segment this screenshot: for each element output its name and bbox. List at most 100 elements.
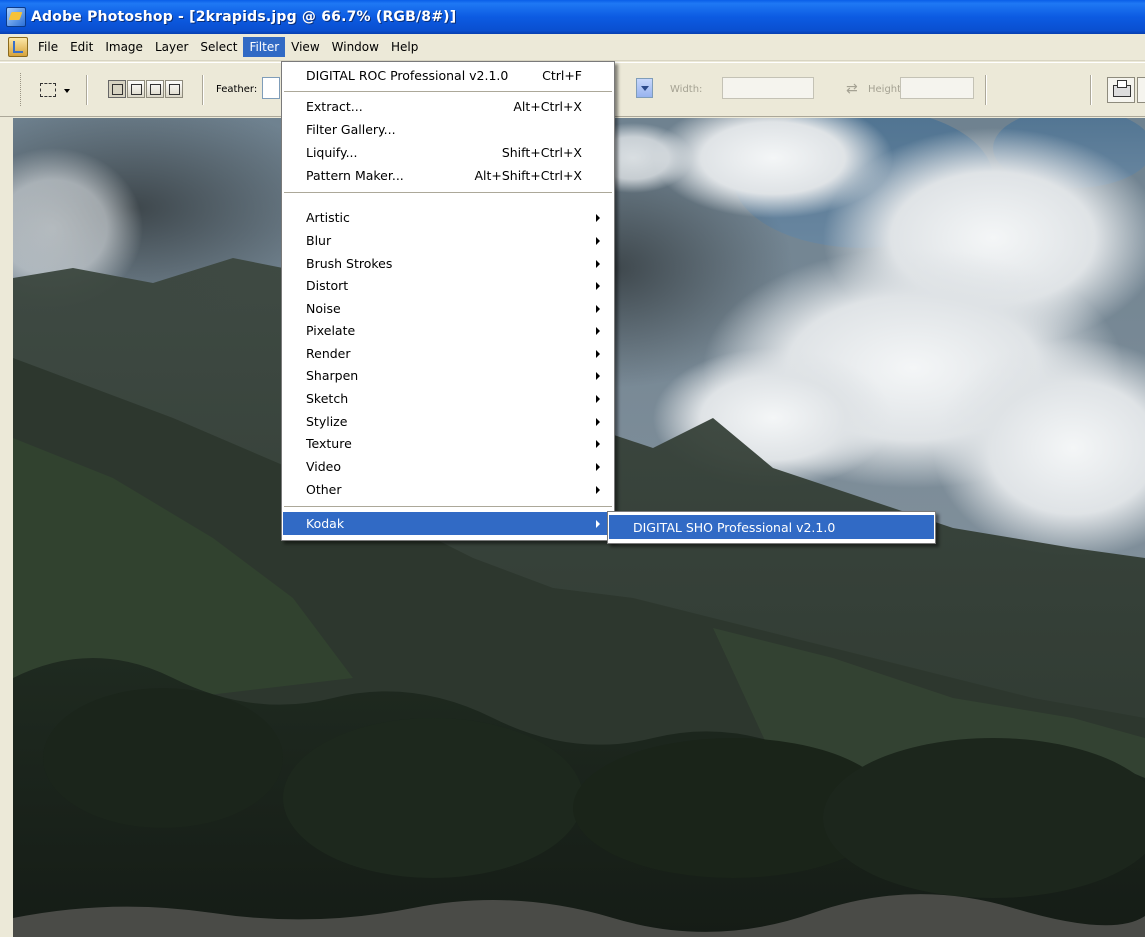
rect-marquee-icon[interactable]: [38, 80, 60, 100]
submenu-arrow-icon: [596, 486, 600, 494]
toolbar-separator: [1090, 75, 1092, 105]
feather-label: Feather:: [216, 84, 258, 95]
menu-bar: File Edit Image Layer Select Filter View…: [0, 34, 1145, 61]
menu-filter[interactable]: Filter: [243, 37, 286, 57]
menu-shortcut: Ctrl+F: [542, 68, 582, 83]
menu-item-label: Blur: [306, 233, 332, 248]
menu-item-texture[interactable]: Texture: [283, 432, 613, 455]
intersect-selection-button[interactable]: [165, 80, 183, 98]
toolbar-grip[interactable]: [20, 73, 24, 106]
menu-item-pixelate[interactable]: Pixelate: [283, 319, 613, 342]
menu-item-label: Pixelate: [306, 323, 356, 338]
menu-item-render[interactable]: Render: [283, 342, 613, 365]
photoshop-app-icon[interactable]: [6, 7, 26, 27]
menu-item-label: Artistic: [306, 210, 350, 225]
menu-item-label: Texture: [306, 436, 352, 451]
tool-preset-dropdown[interactable]: [64, 89, 70, 93]
height-label: Height:: [868, 84, 905, 95]
width-input[interactable]: [722, 77, 814, 99]
menu-item-pattern-maker[interactable]: Pattern Maker... Alt+Shift+Ctrl+X: [283, 164, 613, 187]
kodak-submenu: DIGITAL SHO Professional v2.1.0: [607, 511, 936, 544]
feather-input[interactable]: [262, 77, 280, 99]
menu-item-brush-strokes[interactable]: Brush Strokes: [283, 252, 613, 275]
menu-item-label: Kodak: [306, 516, 345, 531]
submenu-arrow-icon: [596, 463, 600, 471]
menu-item-label: Noise: [306, 301, 341, 316]
toolbar-separator: [86, 75, 88, 105]
add-to-selection-button[interactable]: [127, 80, 145, 98]
document-menu-icon[interactable]: [8, 37, 28, 57]
submenu-arrow-icon: [596, 327, 600, 335]
menu-item-liquify[interactable]: Liquify... Shift+Ctrl+X: [283, 141, 613, 164]
menu-item-stylize[interactable]: Stylize: [283, 410, 613, 433]
menu-item-label: Render: [306, 346, 351, 361]
filter-menu: DIGITAL ROC Professional v2.1.0 Ctrl+F E…: [281, 61, 615, 541]
subtract-from-selection-button[interactable]: [146, 80, 164, 98]
menu-item-label: Stylize: [306, 414, 348, 429]
submenu-arrow-icon: [596, 260, 600, 268]
toolbar-separator: [202, 75, 204, 105]
menu-item-label: DIGITAL SHO Professional v2.1.0: [633, 519, 836, 535]
new-selection-button[interactable]: [108, 80, 126, 98]
menu-item-last-filter[interactable]: DIGITAL ROC Professional v2.1.0 Ctrl+F: [283, 64, 613, 87]
palette-well[interactable]: [1137, 77, 1145, 103]
style-dropdown-button[interactable]: [636, 78, 653, 98]
menu-item-label: Sketch: [306, 391, 349, 406]
menu-shortcut: Alt+Ctrl+X: [513, 99, 582, 114]
menu-item-sharpen[interactable]: Sharpen: [283, 364, 613, 387]
menu-item-kodak[interactable]: Kodak: [283, 512, 613, 535]
menu-item-label: Video: [306, 459, 342, 474]
menu-image[interactable]: Image: [99, 37, 149, 57]
menu-file[interactable]: File: [32, 37, 64, 57]
submenu-arrow-icon: [596, 372, 600, 380]
submenu-arrow-icon: [596, 520, 600, 528]
menu-separator: [284, 91, 612, 92]
title-bar: Adobe Photoshop - [2krapids.jpg @ 66.7% …: [0, 0, 1145, 34]
menu-separator: [284, 506, 612, 507]
menu-item-other[interactable]: Other: [283, 478, 613, 501]
submenu-arrow-icon: [596, 282, 600, 290]
menu-item-video[interactable]: Video: [283, 455, 613, 478]
menu-item-label: Pattern Maker...: [306, 168, 404, 183]
menu-item-label: Liquify...: [306, 145, 358, 160]
menu-item-label: Other: [306, 482, 342, 497]
menu-item-blur[interactable]: Blur: [283, 229, 613, 252]
width-label: Width:: [670, 84, 703, 95]
menu-item-extract[interactable]: Extract... Alt+Ctrl+X: [283, 95, 613, 118]
canvas-gutter: [0, 118, 13, 937]
menu-item-label: Filter Gallery...: [306, 122, 396, 137]
menu-item-artistic[interactable]: Artistic: [283, 206, 613, 229]
submenu-arrow-icon: [596, 237, 600, 245]
submenu-arrow-icon: [596, 350, 600, 358]
window-title: Adobe Photoshop - [2krapids.jpg @ 66.7% …: [31, 9, 457, 25]
submenu-arrow-icon: [596, 305, 600, 313]
submenu-arrow-icon: [596, 214, 600, 222]
menu-view[interactable]: View: [285, 37, 325, 57]
menu-item-distort[interactable]: Distort: [283, 274, 613, 297]
menu-item-digital-sho[interactable]: DIGITAL SHO Professional v2.1.0: [609, 515, 934, 539]
menu-edit[interactable]: Edit: [64, 37, 99, 57]
menu-item-sketch[interactable]: Sketch: [283, 387, 613, 410]
submenu-arrow-icon: [596, 440, 600, 448]
menu-shortcut: Alt+Shift+Ctrl+X: [474, 168, 582, 183]
menu-window[interactable]: Window: [326, 37, 385, 57]
menu-item-label: DIGITAL ROC Professional v2.1.0: [306, 68, 509, 83]
toolbar-separator: [985, 75, 987, 105]
menu-item-label: Brush Strokes: [306, 256, 393, 271]
submenu-arrow-icon: [596, 418, 600, 426]
style-select[interactable]: [614, 77, 634, 99]
menu-item-noise[interactable]: Noise: [283, 297, 613, 320]
menu-layer[interactable]: Layer: [149, 37, 194, 57]
swap-icon[interactable]: ⇄: [846, 81, 858, 97]
menu-help[interactable]: Help: [385, 37, 424, 57]
printer-icon[interactable]: [1107, 77, 1135, 103]
menu-item-label: Extract...: [306, 99, 363, 114]
submenu-arrow-icon: [596, 395, 600, 403]
menu-select[interactable]: Select: [194, 37, 243, 57]
menu-item-filter-gallery[interactable]: Filter Gallery...: [283, 118, 613, 141]
height-input[interactable]: [900, 77, 974, 99]
menu-item-label: Sharpen: [306, 368, 359, 383]
menu-item-label: Distort: [306, 278, 349, 293]
menu-shortcut: Shift+Ctrl+X: [501, 145, 582, 160]
menu-separator: [284, 192, 612, 193]
